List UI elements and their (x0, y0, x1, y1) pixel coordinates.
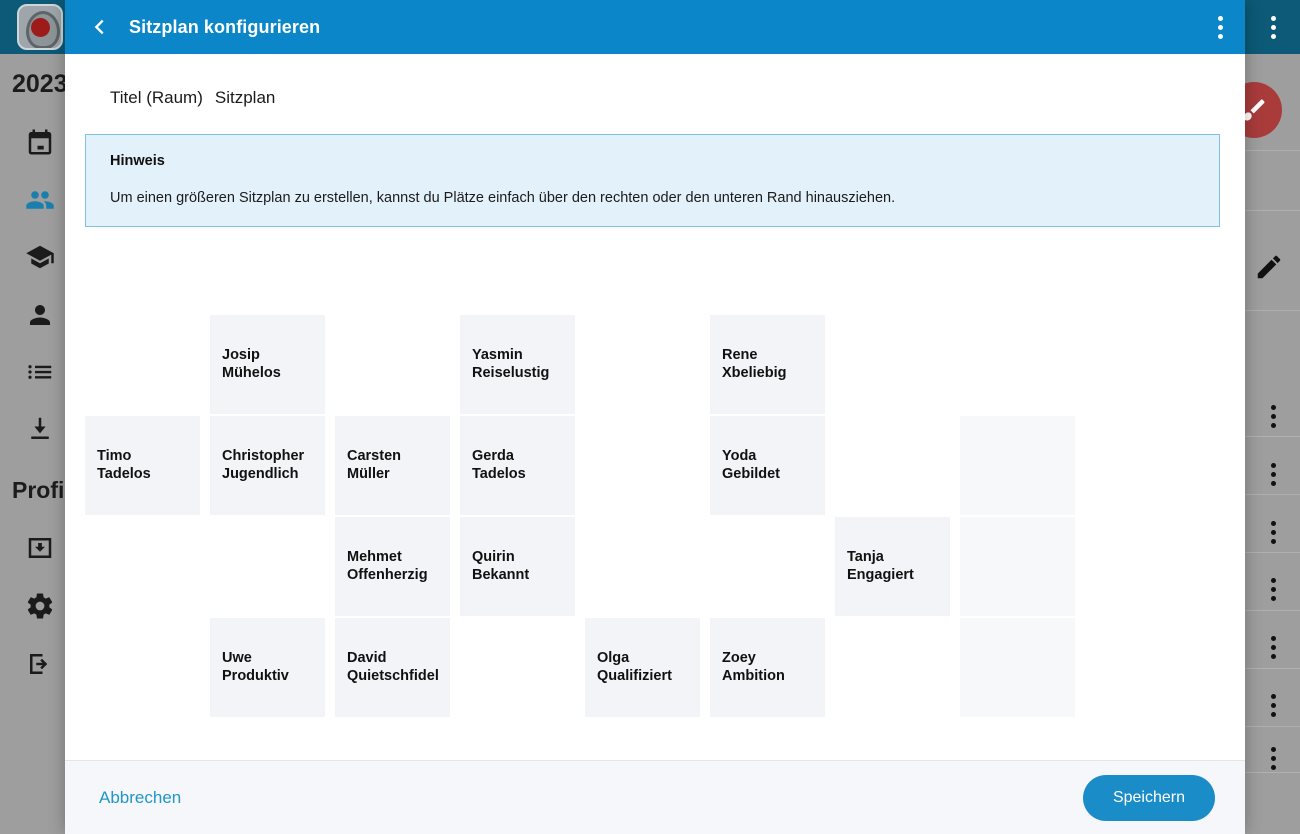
calendar-icon[interactable] (24, 126, 56, 158)
seat-last-name: Tadelos (472, 465, 526, 482)
seat-first-name: Uwe (222, 649, 252, 666)
titel-label: Titel (Raum) (110, 88, 203, 107)
seat-last-name: Ambition (722, 667, 785, 684)
hinweis-text: Um einen größeren Sitzplan zu erstellen,… (110, 190, 896, 206)
seat-cell[interactable]: Gerda Tadelos (460, 416, 575, 515)
seat-last-name: Müller (347, 465, 390, 482)
seat-last-name: Engagiert (847, 566, 914, 583)
seat-first-name: Yoda (722, 447, 757, 464)
sidebar-profile-label: Profil (12, 477, 71, 503)
settings-gear-icon[interactable] (24, 590, 56, 622)
seat-last-name: Mühelos (222, 364, 281, 381)
back-button[interactable] (85, 12, 115, 42)
seat-first-name: David (347, 649, 387, 666)
seat-first-name: Gerda (472, 447, 514, 464)
seat-cell[interactable]: Olga Qualifiziert (585, 618, 700, 717)
seat-last-name: Quietschfidel (347, 667, 439, 684)
seat-cell[interactable]: Zoey Ambition (710, 618, 825, 717)
seat-cell[interactable]: Rene Xbeliebig (710, 315, 825, 414)
seat-last-name: Produktiv (222, 667, 289, 684)
app-header-kebab-menu-icon[interactable] (1264, 16, 1282, 39)
dialog-kebab-menu-icon[interactable] (1210, 10, 1231, 45)
sidebar-year-label: 2023 (12, 70, 68, 98)
seat-last-name: Offenherzig (347, 566, 428, 583)
seat-first-name: Josip (222, 346, 260, 363)
seat-first-name: Timo (97, 447, 132, 464)
seat-cell[interactable]: David Quietschfidel (335, 618, 450, 717)
seat-cell[interactable]: Uwe Produktiv (210, 618, 325, 717)
seat-first-name: Rene (722, 346, 758, 363)
dialog-footer: Abbrechen Speichern (65, 760, 1245, 834)
seat-last-name: Gebildet (722, 465, 781, 482)
brain-head-logo-icon (17, 4, 63, 50)
seat-cell[interactable]: Yasmin Reiselustig (460, 315, 575, 414)
empty-seat-cell[interactable] (960, 416, 1075, 515)
seat-last-name: Qualifiziert (597, 667, 672, 684)
seat-first-name: Mehmet (347, 548, 402, 565)
seat-first-name: Olga (597, 649, 630, 666)
seat-first-name: Yasmin (472, 346, 523, 363)
seat-first-name: Tanja (847, 548, 884, 565)
pencil-edit-button[interactable] (1254, 252, 1284, 287)
row-kebab-menu-icon[interactable] (1264, 405, 1282, 428)
download-icon[interactable] (24, 413, 56, 445)
list-icon[interactable] (24, 356, 56, 388)
seat-first-name: Carsten (347, 447, 401, 464)
seat-cell[interactable]: Carsten Müller (335, 416, 450, 515)
inbox-icon[interactable] (24, 532, 56, 564)
seat-first-name: Zoey (722, 649, 756, 666)
seat-cell[interactable]: Mehmet Offenherzig (335, 517, 450, 616)
hinweis-heading: Hinweis (110, 153, 165, 169)
hinweis-box: Hinweis Um einen größeren Sitzplan zu er… (85, 134, 1220, 227)
seat-last-name: Xbeliebig (722, 364, 787, 381)
sitzplan-dialog: Sitzplan konfigurieren Titel (Raum) Sitz… (65, 0, 1245, 834)
dialog-title: Sitzplan konfigurieren (129, 16, 321, 37)
pencil-icon (1257, 255, 1281, 279)
seat-last-name: Jugendlich (222, 465, 299, 482)
cancel-button[interactable]: Abbrechen (95, 782, 185, 814)
seat-cell[interactable]: Quirin Bekannt (460, 517, 575, 616)
seat-last-name: Bekannt (472, 566, 530, 583)
seat-first-name: Quirin (472, 548, 515, 565)
empty-seat-cell[interactable] (960, 517, 1075, 616)
row-kebab-menu-icon[interactable] (1264, 463, 1282, 486)
seat-cell[interactable]: Timo Tadelos (85, 416, 200, 515)
seat-last-name: Tadelos (97, 465, 151, 482)
row-kebab-menu-icon[interactable] (1264, 747, 1282, 770)
people-icon[interactable] (24, 184, 56, 216)
dialog-body: Titel (Raum) Sitzplan Hinweis Um einen g… (65, 54, 1245, 760)
dialog-header: Sitzplan konfigurieren (65, 0, 1245, 54)
seat-cell[interactable]: Christopher Jugendlich (210, 416, 325, 515)
graduation-cap-icon[interactable] (24, 241, 56, 273)
row-kebab-menu-icon[interactable] (1264, 578, 1282, 601)
logout-icon[interactable] (24, 648, 56, 680)
seat-last-name: Reiselustig (472, 364, 550, 381)
row-kebab-menu-icon[interactable] (1264, 694, 1282, 717)
seat-cell[interactable]: Tanja Engagiert (835, 517, 950, 616)
seat-cell[interactable]: Josip Mühelos (210, 315, 325, 414)
row-kebab-menu-icon[interactable] (1264, 636, 1282, 659)
seat-cell[interactable]: Yoda Gebildet (710, 416, 825, 515)
person-icon[interactable] (24, 299, 56, 331)
titel-value: Sitzplan (214, 88, 276, 107)
seat-grid[interactable]: Josip Mühelos Yasmin Reiselustig Rene Xbelieb… (85, 315, 1245, 735)
empty-seat-cell[interactable] (960, 618, 1075, 717)
titel-row: Titel (Raum) Sitzplan (65, 54, 1245, 108)
seat-first-name: Christopher (222, 447, 305, 464)
chevron-left-icon (94, 19, 104, 35)
row-kebab-menu-icon[interactable] (1264, 521, 1282, 544)
save-button[interactable]: Speichern (1082, 774, 1215, 821)
